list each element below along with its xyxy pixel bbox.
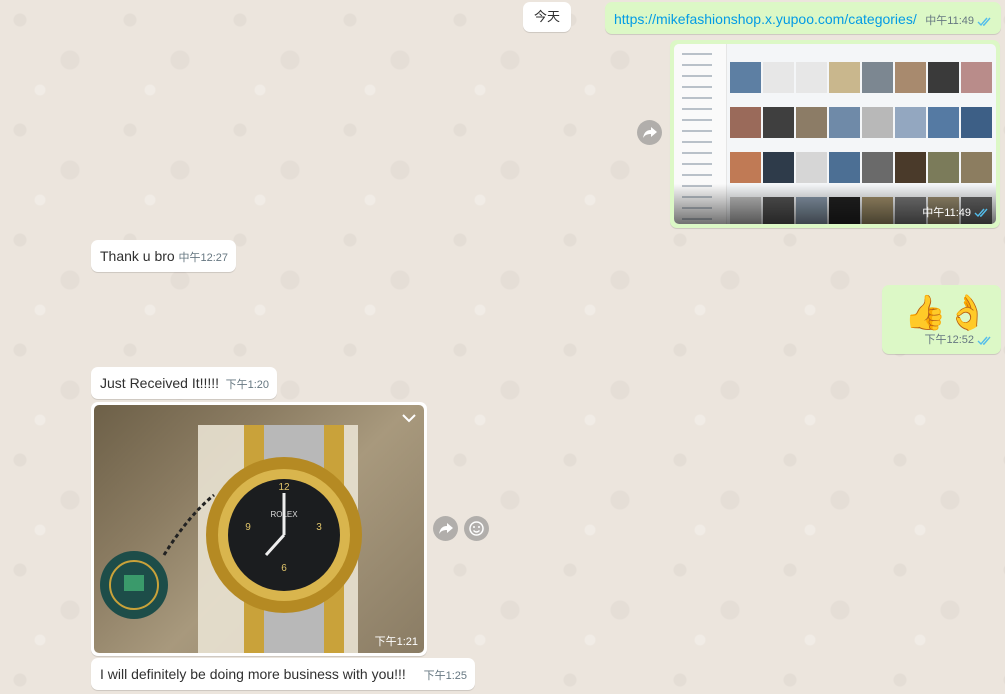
message-time: 下午1:20	[225, 379, 269, 391]
screenshot-thumbnail	[796, 62, 827, 93]
chevron-down-icon[interactable]	[402, 413, 416, 423]
message-link[interactable]: https://mikefashionshop.x.yupoo.com/cate…	[614, 10, 917, 29]
svg-text:12: 12	[278, 482, 290, 493]
incoming-text-message[interactable]: Thank u bro 中午12:27	[91, 240, 236, 272]
screenshot-thumbnail	[928, 62, 959, 93]
date-divider: 今天	[523, 2, 571, 32]
screenshot-thumbnail	[961, 62, 992, 93]
screenshot-thumbnail	[829, 62, 860, 93]
message-text: I will definitely be doing more business…	[100, 666, 406, 682]
screenshot-thumbnail	[730, 152, 761, 183]
forward-icon[interactable]	[637, 120, 662, 145]
message-time: 中午11:49	[922, 207, 971, 219]
screenshot-thumbnail	[928, 107, 959, 138]
screenshot-thumbnail	[763, 62, 794, 93]
screenshot-thumbnail	[763, 152, 794, 183]
screenshot-thumbnail	[862, 152, 893, 183]
screenshot-thumbnail	[730, 107, 761, 138]
screenshot-thumbnail	[862, 107, 893, 138]
screenshot-thumbnail	[895, 62, 926, 93]
screenshot-thumbnail	[862, 62, 893, 93]
message-time: 下午1:25	[423, 670, 467, 682]
message-time: 下午1:21	[374, 636, 418, 648]
double-check-icon	[977, 336, 991, 346]
screenshot-thumbnail	[796, 152, 827, 183]
screenshot-thumbnail	[730, 62, 761, 93]
incoming-text-message[interactable]: I will definitely be doing more business…	[91, 658, 475, 690]
svg-text:6: 6	[281, 563, 287, 574]
watch-illustration: ROLEX 12 3 9 6	[100, 425, 362, 653]
screenshot-thumbnail	[895, 107, 926, 138]
message-time: 中午11:49	[925, 15, 974, 27]
double-check-icon	[977, 17, 991, 27]
svg-text:3: 3	[316, 522, 322, 533]
message-text: Just Received It!!!!!	[100, 375, 220, 391]
double-check-icon	[974, 208, 988, 217]
screenshot-thumbnail	[895, 152, 926, 183]
message-time: 中午12:27	[178, 252, 228, 264]
message-text: Thank u bro	[100, 248, 175, 264]
message-time: 下午12:52	[924, 334, 974, 346]
screenshot-thumbnail	[829, 152, 860, 183]
forward-icon[interactable]	[433, 516, 458, 541]
screenshot-thumbnail	[928, 152, 959, 183]
svg-text:9: 9	[245, 522, 251, 533]
screenshot-thumbnail	[763, 107, 794, 138]
emoji-react-icon[interactable]	[464, 516, 489, 541]
received-watch-photo[interactable]: ROLEX 12 3 9 6 下午1:21	[94, 405, 424, 653]
screenshot-thumbnail	[961, 107, 992, 138]
screenshot-thumbnail	[961, 152, 992, 183]
outgoing-emoji-message[interactable]: 👍👌 下午12:52	[882, 285, 1001, 354]
outgoing-link-message[interactable]: https://mikefashionshop.x.yupoo.com/cate…	[605, 2, 1001, 34]
screenshot-thumbnail	[796, 107, 827, 138]
screenshot-thumbnail	[829, 107, 860, 138]
shared-screenshot-image[interactable]: 中午11:49	[674, 44, 996, 224]
message-emoji: 👍👌	[904, 294, 989, 332]
incoming-text-message[interactable]: Just Received It!!!!! 下午1:20	[91, 367, 277, 399]
